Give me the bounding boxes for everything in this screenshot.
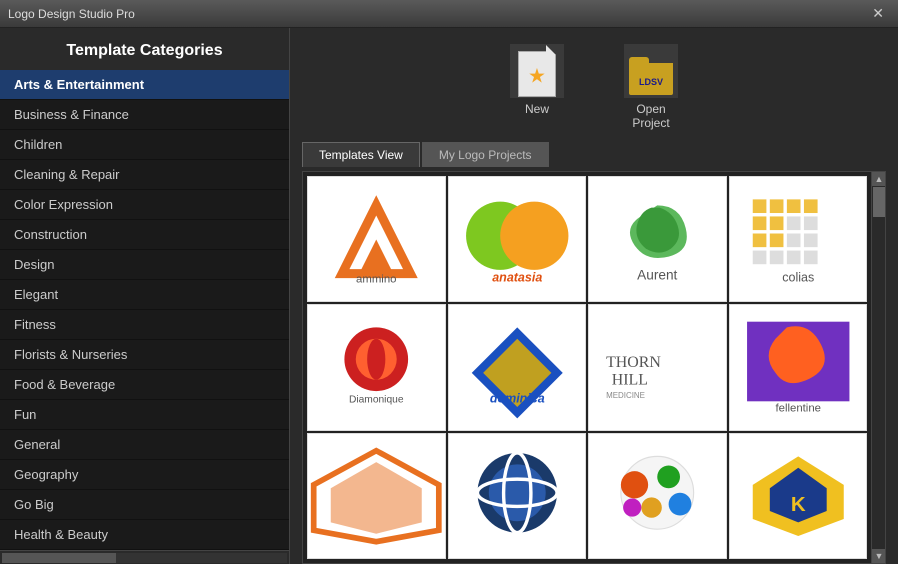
close-button[interactable]: ✕ [866, 3, 890, 24]
folder-label: LDSV [639, 77, 663, 87]
app-title: Logo Design Studio Pro [8, 7, 135, 21]
template-cell-thornhill[interactable]: THORN HILL MEDICINE [588, 304, 727, 430]
category-item-elegant[interactable]: Elegant [0, 280, 289, 310]
category-item-children[interactable]: Children [0, 130, 289, 160]
tabs-row: Templates View My Logo Projects [302, 142, 886, 167]
svg-text:fellentine: fellentine [775, 403, 820, 415]
template-cell-ammino[interactable]: ammino [307, 176, 446, 302]
svg-text:THORN: THORN [606, 354, 661, 371]
svg-text:ammino: ammino [356, 273, 396, 284]
svg-text:Aurent: Aurent [637, 267, 677, 282]
svg-text:Diamonique: Diamonique [349, 395, 404, 406]
scroll-down-button[interactable]: ▼ [872, 549, 886, 563]
template-cell-colias[interactable]: colias [729, 176, 868, 302]
open-label: OpenProject [632, 102, 669, 130]
scroll-up-button[interactable]: ▲ [872, 172, 886, 186]
template-cell-diamonique[interactable]: Diamonique [307, 304, 446, 430]
templates-grid: ammino anatasia Aurent colias Diamonique [303, 172, 871, 563]
template-cell-logo10[interactable] [448, 433, 587, 559]
template-cell-fellentine[interactable]: fellentine [729, 304, 868, 430]
category-item-geography[interactable]: Geography [0, 460, 289, 490]
open-icon: LDSV [626, 47, 676, 95]
svg-text:HILL: HILL [612, 372, 648, 389]
template-cell-dominica[interactable]: dominica [448, 304, 587, 430]
svg-text:colias: colias [782, 270, 814, 284]
title-bar: Logo Design Studio Pro ✕ [0, 0, 898, 28]
left-panel: Template Categories Arts & Entertainment… [0, 28, 290, 564]
category-item-food[interactable]: Food & Beverage [0, 370, 289, 400]
h-scroll-track[interactable] [2, 553, 287, 563]
tab-mylogos[interactable]: My Logo Projects [422, 142, 549, 167]
main-container: Template Categories Arts & Entertainment… [0, 28, 898, 564]
svg-text:anatasia: anatasia [492, 270, 542, 284]
category-item-cleaning[interactable]: Cleaning & Repair [0, 160, 289, 190]
category-item-construction[interactable]: Construction [0, 220, 289, 250]
svg-text:K: K [790, 493, 805, 516]
panel-title: Template Categories [0, 28, 289, 70]
category-item-arts[interactable]: Arts & Entertainment [0, 70, 289, 100]
folder-back: LDSV [629, 63, 673, 95]
new-label: New [525, 102, 549, 116]
template-cell-aurent[interactable]: Aurent [588, 176, 727, 302]
h-scroll-thumb[interactable] [2, 553, 116, 563]
category-item-gobig[interactable]: Go Big [0, 490, 289, 520]
category-item-general[interactable]: General [0, 430, 289, 460]
category-list-wrapper: Arts & EntertainmentBusiness & FinanceCh… [0, 70, 289, 564]
open-project-button[interactable]: LDSV OpenProject [624, 44, 678, 130]
template-cell-anatasia[interactable]: anatasia [448, 176, 587, 302]
template-cell-logo11[interactable] [588, 433, 727, 559]
new-button[interactable]: ★ New [510, 44, 564, 130]
grid-scrollbar[interactable]: ▲ ▼ [871, 172, 885, 563]
scroll-track[interactable] [872, 186, 885, 549]
star-icon: ★ [528, 64, 546, 89]
template-cell-logo12[interactable]: K [729, 433, 868, 559]
top-icons-row: ★ New LDSV OpenProject [302, 44, 886, 130]
category-list[interactable]: Arts & EntertainmentBusiness & FinanceCh… [0, 70, 289, 550]
category-item-design[interactable]: Design [0, 250, 289, 280]
category-item-business[interactable]: Business & Finance [0, 100, 289, 130]
svg-text:MEDICINE: MEDICINE [606, 391, 645, 400]
right-panel: ★ New LDSV OpenProject Temp [290, 28, 898, 564]
new-icon-box: ★ [510, 44, 564, 98]
tab-templates[interactable]: Templates View [302, 142, 420, 167]
open-icon-box: LDSV [624, 44, 678, 98]
category-item-fitness[interactable]: Fitness [0, 310, 289, 340]
templates-area: ammino anatasia Aurent colias Diamonique [302, 171, 886, 564]
doc-corner [546, 45, 556, 55]
svg-text:dominica: dominica [489, 392, 544, 406]
category-item-color[interactable]: Color Expression [0, 190, 289, 220]
category-item-fun[interactable]: Fun [0, 400, 289, 430]
horizontal-scrollbar[interactable] [0, 550, 289, 564]
category-item-florists[interactable]: Florists & Nurseries [0, 340, 289, 370]
scroll-thumb[interactable] [873, 187, 885, 217]
category-item-health[interactable]: Health & Beauty [0, 520, 289, 550]
template-cell-logo9[interactable] [307, 433, 446, 559]
new-icon: ★ [515, 45, 559, 97]
